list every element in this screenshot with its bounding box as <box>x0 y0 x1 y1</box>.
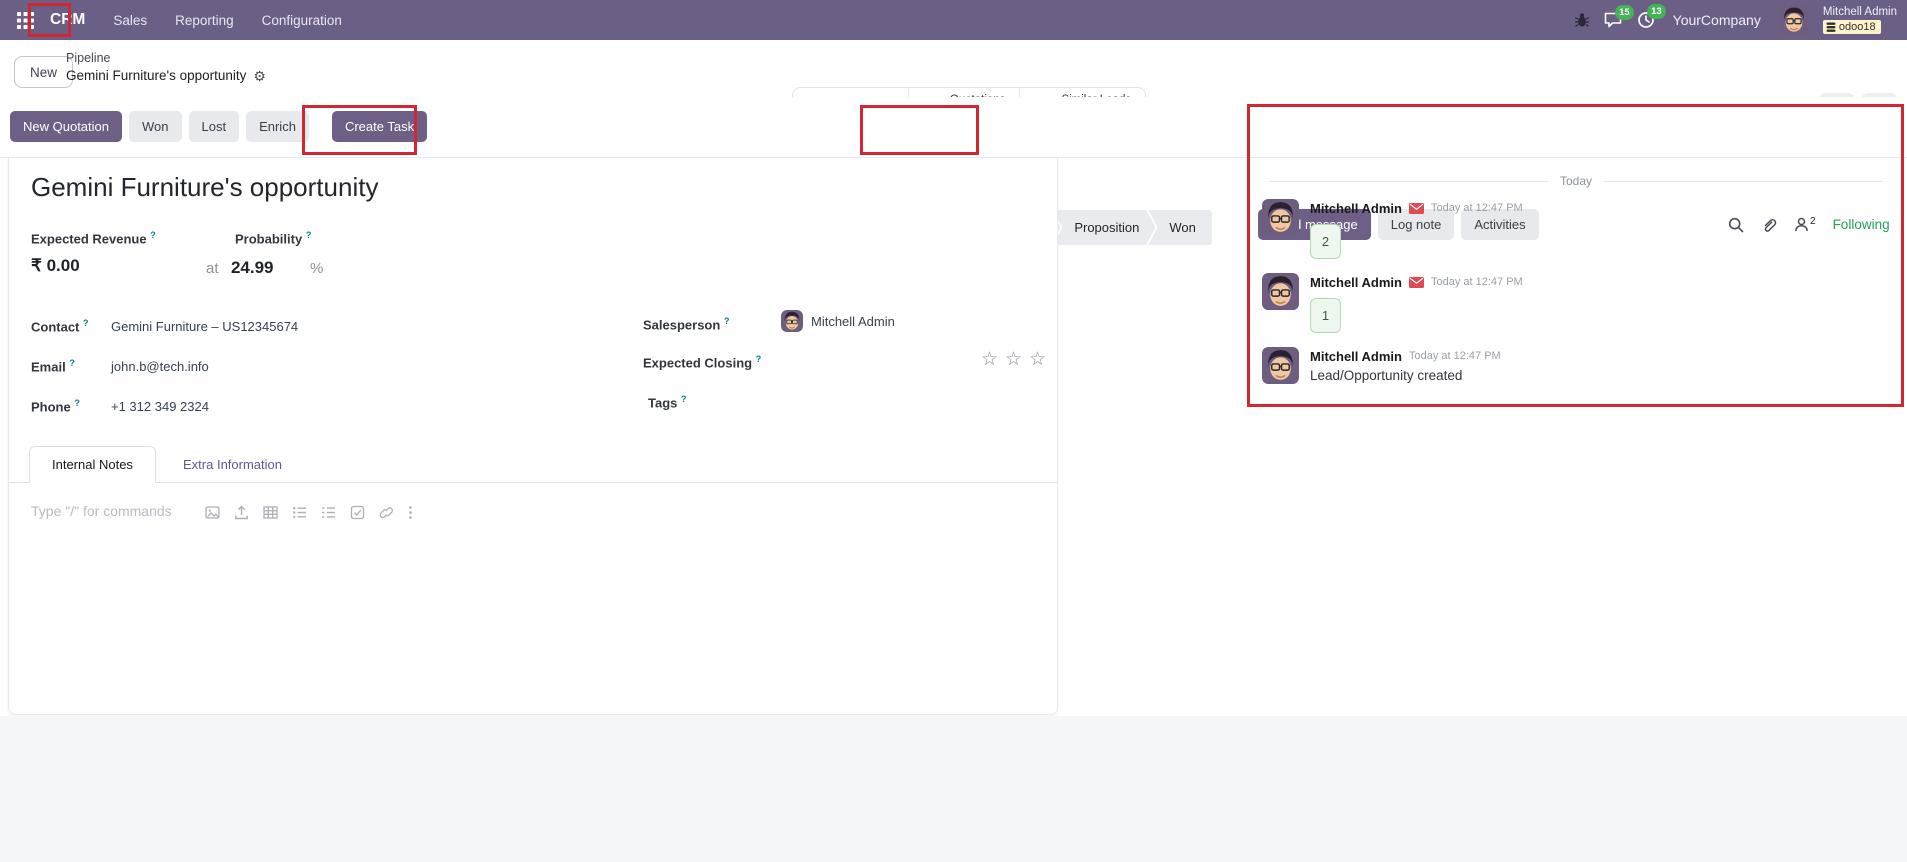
database-name: odoo18 <box>1839 21 1876 33</box>
menu-reporting[interactable]: Reporting <box>163 7 246 34</box>
stage-won[interactable]: Won <box>1148 210 1212 245</box>
help-icon: ? <box>83 318 89 328</box>
settings-gear-icon[interactable]: ⚙ <box>253 69 266 83</box>
date-divider-label: Today <box>1560 174 1592 188</box>
phone-value[interactable]: +1 312 349 2324 <box>111 399 209 414</box>
star-icon[interactable]: ☆ <box>1005 349 1029 370</box>
message[interactable]: Mitchell Admin Today at 12:47 PM Lead/Op… <box>1245 340 1907 391</box>
message[interactable]: Mitchell Admin Today at 12:47 PM 1 <box>1245 266 1907 340</box>
breadcrumb-pipeline[interactable]: Pipeline <box>66 51 110 67</box>
salesperson-avatar <box>781 310 803 332</box>
message-timestamp: Today at 12:47 PM <box>1431 276 1523 288</box>
date-divider: Today <box>1269 174 1883 188</box>
form-statusbar: New Quotation Won Lost Enrich Create Tas… <box>0 97 1907 158</box>
help-icon: ? <box>724 316 730 326</box>
message-author[interactable]: Mitchell Admin <box>1310 349 1402 364</box>
menu-configuration[interactable]: Configuration <box>250 7 354 34</box>
phone-label: Phone ? <box>31 398 80 414</box>
message-author[interactable]: Mitchell Admin <box>1310 201 1402 216</box>
bulleted-list-icon[interactable] <box>292 505 307 520</box>
tab-extra-information[interactable]: Extra Information <box>167 446 298 483</box>
priority-stars[interactable]: ☆☆☆ <box>981 348 1053 371</box>
probability-value[interactable]: at 24.99 % <box>206 258 323 278</box>
new-quotation-button[interactable]: New Quotation <box>10 111 122 142</box>
breadcrumb-current: Gemini Furniture's opportunity <box>66 68 246 85</box>
activities-badge: 13 <box>1647 4 1666 19</box>
stage-proposition[interactable]: Proposition <box>1053 210 1155 245</box>
message-avatar <box>1262 273 1299 333</box>
salesperson-label: Salesperson ? <box>643 316 729 332</box>
expected-revenue-value[interactable]: ₹ 0.00 <box>31 256 80 276</box>
activities-clock-icon[interactable]: 13 <box>1637 11 1655 29</box>
messages-badge: 15 <box>1615 5 1634 20</box>
tags-label: Tags ? <box>648 394 687 410</box>
stage-label: Won <box>1169 220 1196 235</box>
contact-value[interactable]: Gemini Furniture – US12345674 <box>111 319 298 334</box>
app-menu-crm[interactable]: CRM <box>42 6 97 34</box>
help-icon: ? <box>306 230 312 240</box>
message-body: 1 <box>1310 298 1341 333</box>
database-badge: odoo18 <box>1823 20 1881 34</box>
user-avatar[interactable] <box>1779 5 1809 35</box>
expected-revenue-label: Expected Revenue ? <box>31 230 156 246</box>
probability-label: Probability ? <box>235 230 311 246</box>
more-options-kebab-icon[interactable] <box>408 505 413 520</box>
notebook-tabs: Internal Notes Extra Information <box>9 446 1057 483</box>
message-body: 2 <box>1310 224 1341 259</box>
user-name: Mitchell Admin <box>1823 6 1897 19</box>
message[interactable]: Mitchell Admin Today at 12:47 PM 2 <box>1245 192 1907 266</box>
help-icon: ? <box>69 358 75 368</box>
notes-editor-input[interactable]: Type "/" for commands <box>31 503 172 519</box>
message-avatar <box>1262 347 1299 384</box>
user-menu[interactable]: Mitchell Admin odoo18 <box>1823 6 1897 35</box>
image-icon[interactable] <box>205 505 220 520</box>
stage-label: Proposition <box>1074 220 1139 235</box>
won-button[interactable]: Won <box>129 111 182 142</box>
help-icon: ? <box>681 394 687 404</box>
message-body: Lead/Opportunity created <box>1310 368 1501 383</box>
message-author[interactable]: Mitchell Admin <box>1310 275 1402 290</box>
tab-internal-notes[interactable]: Internal Notes <box>29 446 156 483</box>
expected-closing-label: Expected Closing ? <box>643 354 761 370</box>
table-icon[interactable] <box>263 505 278 520</box>
lost-button[interactable]: Lost <box>189 111 240 142</box>
debug-bug-icon[interactable] <box>1574 12 1590 28</box>
help-icon: ? <box>756 354 762 364</box>
editor-toolbar <box>205 505 413 520</box>
chatter: Today Mitchell Admin Today at 12:47 PM 2 <box>1245 158 1907 391</box>
enrich-button[interactable]: Enrich <box>246 111 309 142</box>
message-timestamp: Today at 12:47 PM <box>1409 350 1501 362</box>
top-navbar: CRM Sales Reporting Configuration 15 <box>0 0 1907 40</box>
breadcrumb: Pipeline Gemini Furniture's opportunity … <box>66 48 266 85</box>
database-icon <box>1826 22 1836 33</box>
email-envelope-icon <box>1409 203 1424 214</box>
message-timestamp: Today at 12:47 PM <box>1431 202 1523 214</box>
message-avatar <box>1262 199 1299 259</box>
page-background <box>0 716 1907 862</box>
numbered-list-icon[interactable] <box>321 505 336 520</box>
star-icon[interactable]: ☆ <box>981 349 1005 370</box>
messages-icon[interactable]: 15 <box>1604 12 1623 29</box>
link-icon[interactable] <box>379 505 394 520</box>
star-icon[interactable]: ☆ <box>1029 349 1053 370</box>
new-record-button[interactable]: New <box>14 56 73 88</box>
help-icon: ? <box>150 230 156 240</box>
control-panel: New Pipeline Gemini Furniture's opportun… <box>0 40 1907 97</box>
create-task-button[interactable]: Create Task <box>332 111 427 142</box>
salesperson-value[interactable]: Mitchell Admin <box>781 310 895 332</box>
upload-icon[interactable] <box>234 505 249 520</box>
form-sheet: Gemini Furniture's opportunity Expected … <box>8 158 1058 715</box>
email-value[interactable]: john.b@tech.info <box>111 359 209 374</box>
apps-grid-icon[interactable] <box>12 7 38 33</box>
checklist-icon[interactable] <box>350 505 365 520</box>
help-icon: ? <box>74 398 80 408</box>
contact-label: Contact ? <box>31 318 89 334</box>
menu-sales[interactable]: Sales <box>101 7 159 34</box>
opportunity-title[interactable]: Gemini Furniture's opportunity <box>31 172 378 203</box>
email-envelope-icon <box>1409 277 1424 288</box>
company-switcher[interactable]: YourCompany <box>1673 12 1761 28</box>
email-label: Email ? <box>31 358 75 374</box>
